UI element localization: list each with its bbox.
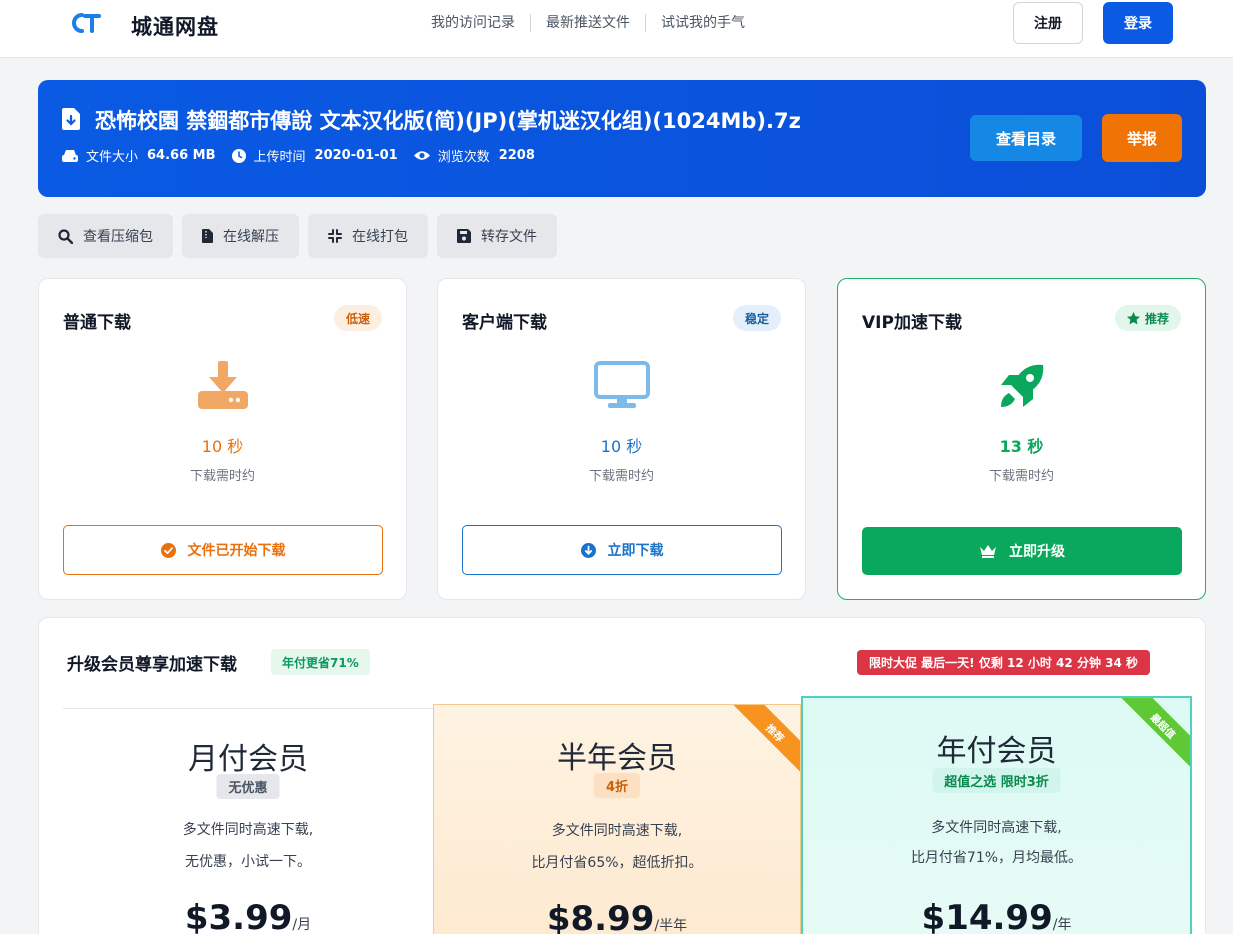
- compress-icon: [328, 229, 342, 243]
- nav-link-history[interactable]: 我的访问记录: [416, 14, 530, 32]
- download-started-label: 文件已开始下载: [187, 543, 286, 559]
- vip-download-card: VIP加速下载 推荐 13 秒 下载需时约 立即升级: [837, 278, 1206, 600]
- plan-desc-line2: 比月付省71%，月均最低。: [910, 850, 1083, 866]
- price-amount: $3.99: [184, 898, 293, 934]
- plan-badge: 无优惠: [216, 774, 280, 799]
- nav-links: 我的访问记录 最新推送文件 试试我的手气: [416, 14, 760, 32]
- download-time-label: 下载需时约: [988, 469, 1054, 484]
- plan-badge: 4折: [593, 773, 641, 798]
- file-zip-icon: [202, 229, 213, 243]
- upload-date: 2020-01-01: [314, 148, 398, 163]
- plan-name: 月付会员: [188, 742, 308, 777]
- stable-badge: 稳定: [732, 305, 781, 331]
- save-file-button[interactable]: 转存文件: [437, 214, 557, 258]
- view-directory-button[interactable]: 查看目录: [970, 115, 1082, 161]
- card-title: VIP加速下载: [862, 313, 962, 333]
- plan-desc-line1: 多文件同时高速下载,: [182, 822, 314, 838]
- view-archive-label: 查看压缩包: [83, 229, 153, 245]
- size-label: 文件大小: [86, 150, 139, 165]
- file-tools: 查看压缩包 在线解压 在线打包 转存文件: [38, 214, 566, 258]
- recommended-label: 推荐: [1144, 311, 1169, 326]
- nav-link-latest[interactable]: 最新推送文件: [530, 14, 645, 32]
- plan-name: 半年会员: [557, 741, 677, 776]
- save-file-label: 转存文件: [481, 229, 537, 245]
- date-label: 上传时间: [253, 150, 306, 165]
- upgrade-now-button[interactable]: 立即升级: [862, 527, 1182, 575]
- plan-price: $14.99/年: [803, 898, 1190, 934]
- plan-price: $8.99/半年: [434, 899, 800, 934]
- card-title: 普通下载: [63, 313, 131, 333]
- price-unit: /月: [292, 917, 312, 933]
- nav-link-lucky[interactable]: 试试我的手气: [645, 14, 760, 32]
- price-unit: /半年: [654, 918, 688, 934]
- plan-price: $3.99/月: [63, 898, 433, 934]
- price-amount: $8.99: [546, 899, 655, 934]
- file-meta: 文件大小 64.66 MB 上传时间 2020-01-01 浏览次数 2208: [62, 146, 551, 165]
- plan-monthly[interactable]: 月付会员 无优惠 多文件同时高速下载, 无优惠，小试一下。 $3.99/月: [63, 706, 433, 934]
- online-pack-button[interactable]: 在线打包: [308, 214, 428, 258]
- online-extract-button[interactable]: 在线解压: [182, 214, 299, 258]
- upgrade-now-label: 立即升级: [1009, 544, 1065, 560]
- file-info-banner: 恐怖校園 禁錮都市傳說 文本汉化版(简)(JP)(掌机迷汉化组)(1024Mb)…: [38, 80, 1206, 197]
- client-download-card: 客户端下载 稳定 10 秒 下载需时约 立即下载: [437, 278, 806, 600]
- hard-drive-icon: [62, 149, 78, 162]
- check-circle-icon: [160, 542, 176, 558]
- register-button[interactable]: 注册: [1013, 2, 1083, 44]
- recommended-badge: 推荐: [1114, 305, 1181, 331]
- plan-desc-line1: 多文件同时高速下载,: [551, 823, 683, 839]
- desktop-monitor-icon: [593, 361, 650, 408]
- plan-half-year[interactable]: 半年会员 4折 多文件同时高速下载, 比月付省65%，超低折扣。 $8.99/半…: [433, 704, 801, 934]
- download-tray-icon: [197, 361, 248, 409]
- price-amount: $14.99: [921, 898, 1053, 934]
- plan-name: 年付会员: [936, 734, 1057, 769]
- brand-logo-icon[interactable]: [68, 10, 102, 36]
- yearly-savings-tag: 年付更省71%: [271, 649, 370, 675]
- upgrade-title: 升级会员尊享加速下载: [67, 655, 237, 675]
- download-time-label: 下载需时约: [588, 469, 654, 484]
- price-unit: /年: [1052, 917, 1072, 933]
- plan-yearly[interactable]: 年付会员 超值之选 限时3折 多文件同时高速下载, 比月付省71%，月均最低。 …: [801, 696, 1192, 934]
- brand-name[interactable]: 城通网盘: [131, 11, 219, 41]
- plan-desc-line2: 比月付省65%，超低折扣。: [531, 855, 703, 871]
- client-download-button[interactable]: 立即下载: [462, 525, 782, 575]
- download-started-button[interactable]: 文件已开始下载: [63, 525, 383, 575]
- plan-desc-line2: 无优惠，小试一下。: [185, 854, 311, 870]
- download-time: 10 秒: [600, 437, 643, 456]
- file-size: 64.66 MB: [147, 148, 216, 163]
- client-download-label: 立即下载: [607, 543, 664, 559]
- arrow-down-circle-icon: [580, 542, 596, 558]
- card-title: 客户端下载: [462, 313, 547, 333]
- upgrade-membership-section: 升级会员尊享加速下载 年付更省71% 限时大促 最后一天! 仅剩 12 小时 4…: [38, 617, 1206, 934]
- rocket-icon: [1000, 364, 1043, 407]
- crown-icon: [980, 545, 996, 558]
- speed-badge: 低速: [333, 305, 382, 331]
- view-archive-button[interactable]: 查看压缩包: [38, 214, 173, 258]
- download-time: 10 秒: [201, 437, 244, 456]
- online-extract-label: 在线解压: [223, 229, 279, 245]
- report-button[interactable]: 举报: [1102, 114, 1182, 162]
- promo-countdown: 限时大促 最后一天! 仅剩 12 小时 42 分钟 34 秒: [857, 650, 1150, 675]
- login-button[interactable]: 登录: [1103, 2, 1173, 44]
- online-pack-label: 在线打包: [352, 229, 408, 245]
- star-icon: [1126, 311, 1140, 324]
- clock-icon: [231, 148, 246, 163]
- plan-badge: 超值之选 限时3折: [932, 768, 1061, 793]
- normal-download-card: 普通下载 低速 10 秒 下载需时约 文件已开始下载: [38, 278, 407, 600]
- views-label: 浏览次数: [437, 150, 490, 165]
- top-navbar: 城通网盘 我的访问记录 最新推送文件 试试我的手气 注册 登录: [0, 0, 1233, 58]
- file-title: 恐怖校園 禁錮都市傳說 文本汉化版(简)(JP)(掌机迷汉化组)(1024Mb)…: [95, 109, 801, 133]
- search-icon: [58, 228, 73, 244]
- eye-icon: [413, 151, 430, 160]
- plan-desc-line1: 多文件同时高速下载,: [931, 820, 1062, 836]
- download-time-label: 下载需时约: [189, 469, 255, 484]
- file-download-icon: [62, 108, 80, 130]
- view-count: 2208: [498, 148, 535, 163]
- save-icon: [457, 229, 471, 243]
- download-time: 13 秒: [999, 437, 1044, 456]
